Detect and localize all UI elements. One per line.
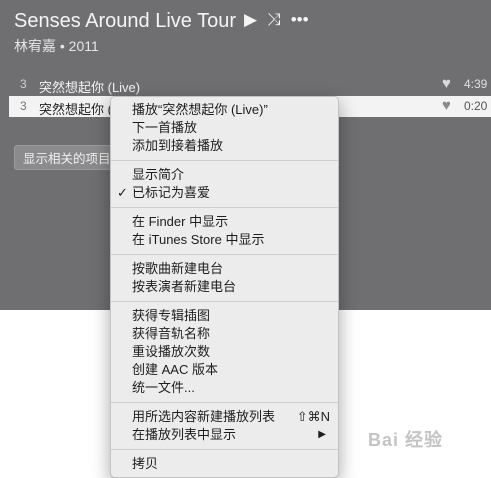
- track-number: 3: [20, 99, 27, 113]
- menu-item-get-track-names[interactable]: 获得音轨名称: [111, 325, 338, 343]
- track-name: 突然想起你 (: [39, 102, 112, 117]
- menu-separator: [111, 160, 338, 161]
- menu-item-show-in-finder[interactable]: 在 Finder 中显示: [111, 213, 338, 231]
- menu-item-show-in-itunes-store[interactable]: 在 iTunes Store 中显示: [111, 231, 338, 249]
- menu-item-reset-plays[interactable]: 重设播放次数: [111, 343, 338, 361]
- checkmark-icon: ✓: [117, 185, 128, 200]
- album-title: Senses Around Live Tour: [14, 10, 237, 32]
- heart-icon[interactable]: ♥: [442, 75, 451, 92]
- menu-separator: [111, 301, 338, 302]
- menu-item-play[interactable]: 播放“突然想起你 (Live)”: [111, 101, 338, 119]
- watermark: Bai 经验: [368, 430, 444, 450]
- menu-separator: [111, 449, 338, 450]
- menu-item-create-aac[interactable]: 创建 AAC 版本: [111, 361, 338, 379]
- track-number: 3: [20, 77, 27, 91]
- menu-separator: [111, 254, 338, 255]
- menu-item-consolidate-files[interactable]: 统一文件...: [111, 379, 338, 397]
- more-icon[interactable]: •••: [291, 10, 309, 30]
- track-row[interactable]: 3 突然想起你 (Live) ♥ 4:39: [9, 74, 491, 95]
- show-related-button[interactable]: 显示相关的项目: [14, 145, 120, 170]
- menu-item-loved[interactable]: ✓ 已标记为喜爱: [111, 184, 338, 202]
- menu-item-get-album-artwork[interactable]: 获得专辑插图: [111, 307, 338, 325]
- menu-separator: [111, 402, 338, 403]
- heart-icon[interactable]: ♥: [442, 97, 451, 114]
- album-artist-year: 林宥嘉 • 2011: [14, 38, 99, 54]
- menu-item-show-in-playlist[interactable]: 在播放列表中显示 ▶: [111, 426, 338, 444]
- menu-item-get-info[interactable]: 显示简介: [111, 166, 338, 184]
- submenu-arrow-icon: ▶: [318, 429, 326, 440]
- play-icon[interactable]: ▶: [244, 10, 257, 30]
- shuffle-icon[interactable]: ⤨: [267, 10, 281, 30]
- track-duration: 4:39: [464, 77, 488, 91]
- menu-item-new-station-song[interactable]: 按歌曲新建电台: [111, 260, 338, 278]
- menu-item-copy[interactable]: 拷贝: [111, 455, 338, 473]
- album-actions: ▶ ⤨ •••: [244, 10, 309, 30]
- menu-item-new-station-artist[interactable]: 按表演者新建电台: [111, 278, 338, 296]
- context-menu: 播放“突然想起你 (Live)” 下一首播放 添加到接着播放 显示简介 ✓ 已标记…: [110, 96, 339, 478]
- menu-item-new-playlist[interactable]: 用所选内容新建播放列表 ⇧⌘N: [111, 408, 338, 426]
- track-duration: 0:20: [464, 99, 488, 113]
- menu-item-add-up-next[interactable]: 添加到接着播放: [111, 137, 338, 155]
- menu-item-play-next[interactable]: 下一首播放: [111, 119, 338, 137]
- shortcut-label: ⇧⌘N: [296, 409, 330, 424]
- track-name: 突然想起你 (Live): [39, 80, 141, 95]
- menu-separator: [111, 207, 338, 208]
